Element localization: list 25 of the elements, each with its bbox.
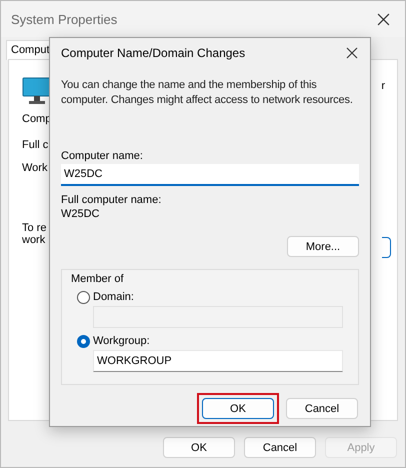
close-icon [346, 47, 358, 59]
computer-name-field[interactable]: W25DC [61, 164, 359, 186]
partial-button[interactable] [382, 237, 391, 258]
radio-button[interactable] [77, 334, 90, 348]
label-text: r [381, 80, 385, 92]
full-name-text: W25DC [61, 207, 101, 221]
label-text: Full c [22, 139, 50, 151]
more-button[interactable]: More... [287, 236, 359, 257]
label-text: Work [22, 162, 48, 174]
window-title: System Properties [11, 12, 118, 26]
field-label: Computer name: [61, 149, 144, 163]
close-icon [376, 12, 390, 26]
instruction-text: work [22, 234, 46, 246]
dialog-title: Computer Name/Domain Changes [61, 46, 246, 60]
monitor-icon [22, 77, 52, 105]
dialog-button[interactable]: Cancel [244, 437, 316, 458]
instruction-text: To re [22, 222, 48, 234]
description-text: You can change the name and the membership of this computer. Changes might affect access to network resources. [61, 78, 354, 108]
input-field[interactable]: WORKGROUP [93, 350, 343, 372]
dialog-button[interactable]: OK [202, 398, 274, 419]
field-label: Full computer name: [61, 193, 162, 207]
dialog-button[interactable]: OK [163, 437, 235, 458]
group-label: Member of [71, 272, 125, 286]
radio-label[interactable]: Workgroup: [93, 334, 150, 348]
dialog-button[interactable]: Cancel [286, 398, 358, 419]
